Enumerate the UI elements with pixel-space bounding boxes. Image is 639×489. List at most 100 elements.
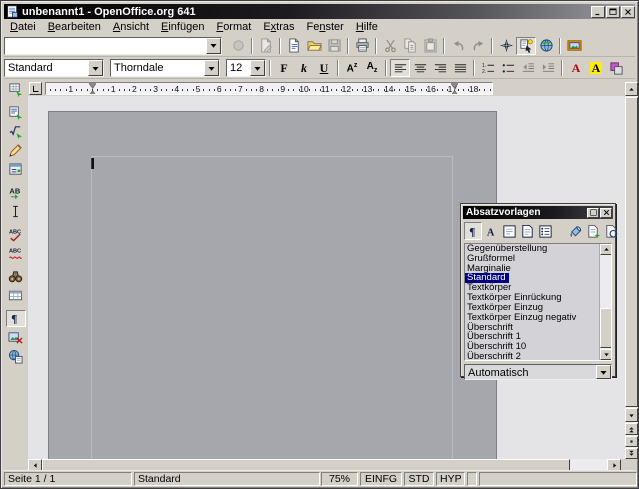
- margin-marker[interactable]: [89, 83, 96, 95]
- next-page-button[interactable]: [625, 448, 638, 459]
- stylist-title-bar[interactable]: Absatzvorlagen: [463, 206, 613, 219]
- nonprinting-characters-button[interactable]: ¶: [6, 310, 26, 327]
- underline-button[interactable]: U: [314, 59, 334, 77]
- menu-fenster[interactable]: Fenster: [301, 20, 350, 34]
- url-combobox[interactable]: [4, 37, 222, 55]
- font-name-combobox[interactable]: Thorndale: [110, 59, 220, 77]
- character-styles-button[interactable]: A: [482, 222, 500, 240]
- title-bar[interactable]: unbenannt1 - OpenOffice.org 641: [4, 4, 635, 19]
- stylist-close-button[interactable]: [600, 208, 612, 218]
- margin-marker[interactable]: [451, 83, 458, 95]
- scrollbar-thumb[interactable]: [600, 308, 612, 348]
- status-style-field[interactable]: Standard: [134, 472, 320, 486]
- insert-objects-button[interactable]: [6, 123, 26, 140]
- direct-cursor-button[interactable]: [6, 203, 26, 220]
- menu-bearbeiten[interactable]: Bearbeiten: [42, 20, 107, 34]
- chevron-down-icon[interactable]: [596, 365, 611, 379]
- online-layout-button[interactable]: [6, 348, 26, 365]
- vertical-scrollbar-thumb[interactable]: [625, 97, 638, 407]
- style-list-item[interactable]: Überschrift 2: [465, 352, 611, 361]
- scroll-up-icon[interactable]: [600, 244, 612, 255]
- insert-fields-button[interactable]: [6, 104, 26, 121]
- ruler-tick: [331, 89, 332, 91]
- minimize-button[interactable]: [591, 6, 605, 18]
- superscript-button[interactable]: Az: [342, 59, 362, 77]
- numbered-list-icon: 1.2.: [481, 61, 496, 76]
- align-left-button[interactable]: [390, 59, 410, 77]
- scroll-down-button[interactable]: [625, 408, 638, 422]
- close-button[interactable]: [621, 6, 635, 18]
- main-toolbar: AB ABC ABC ¶: [3, 80, 28, 470]
- graphics-onoff-button[interactable]: [6, 329, 26, 346]
- chevron-down-icon[interactable]: [88, 60, 103, 76]
- style-filter-combobox[interactable]: Automatisch: [464, 364, 612, 380]
- status-page-field[interactable]: Seite 1 / 1: [4, 472, 132, 486]
- menu-format[interactable]: Format: [210, 20, 257, 34]
- align-justify-button[interactable]: [450, 59, 470, 77]
- status-selection-mode-field[interactable]: STD: [404, 472, 434, 486]
- page-styles-button[interactable]: [518, 222, 536, 240]
- new-document-button[interactable]: [284, 37, 304, 55]
- fill-format-button[interactable]: [566, 222, 584, 240]
- font-size-combobox[interactable]: 12: [226, 59, 266, 77]
- hyperlink-button[interactable]: [536, 37, 556, 55]
- stylist-dock-button[interactable]: [587, 208, 599, 218]
- menu-ansicht[interactable]: Ansicht: [107, 20, 155, 34]
- update-style-button[interactable]: [602, 222, 620, 240]
- bold-icon: F: [280, 62, 287, 74]
- stylist-button[interactable]: [516, 37, 536, 55]
- navigation-button[interactable]: [625, 436, 638, 447]
- frame-styles-button[interactable]: [500, 222, 518, 240]
- bold-button[interactable]: F: [274, 59, 294, 77]
- align-right-button[interactable]: [430, 59, 450, 77]
- previous-page-button[interactable]: [625, 423, 638, 435]
- background-color-button[interactable]: [606, 59, 626, 77]
- ruler-tick: [267, 89, 268, 91]
- subscript-button[interactable]: Az: [362, 59, 382, 77]
- horizontal-ruler[interactable]: 1123456789101112131415161718: [45, 82, 493, 95]
- menu-hilfe[interactable]: Hilfe: [350, 20, 384, 34]
- style-list[interactable]: GegenüberstellungGrußformelMarginalieSta…: [464, 243, 612, 361]
- align-center-button[interactable]: [410, 59, 430, 77]
- open-button[interactable]: [304, 37, 324, 55]
- ruler-number: 12: [342, 84, 351, 94]
- style-list-scrollbar[interactable]: [599, 244, 611, 360]
- autospellcheck-button[interactable]: ABC: [6, 245, 26, 262]
- autotext-button[interactable]: AB: [6, 184, 26, 201]
- status-insert-mode-field[interactable]: EINFG: [360, 472, 402, 486]
- new-style-button[interactable]: [584, 222, 602, 240]
- navigator-button[interactable]: [496, 37, 516, 55]
- paragraph-styles-button[interactable]: ¶: [464, 222, 482, 240]
- tab-stop-selector[interactable]: [29, 82, 42, 95]
- numbering-styles-button[interactable]: [536, 222, 554, 240]
- highlighting-button[interactable]: A: [586, 59, 606, 77]
- status-zoom-field[interactable]: 75%: [321, 472, 358, 486]
- underline-icon: U: [320, 62, 329, 74]
- chevron-down-icon[interactable]: [204, 60, 219, 76]
- page[interactable]: [48, 111, 497, 459]
- numbering-button[interactable]: 1.2.: [478, 59, 498, 77]
- chevron-down-icon[interactable]: [206, 38, 221, 54]
- status-hyperlink-mode-field[interactable]: HYP: [436, 472, 465, 486]
- find-replace-button[interactable]: [6, 268, 26, 285]
- scroll-down-icon[interactable]: [600, 349, 612, 360]
- draw-functions-button[interactable]: [6, 142, 26, 159]
- data-sources-button[interactable]: [6, 287, 26, 304]
- ruler-tick: [394, 89, 395, 91]
- vertical-scrollbar[interactable]: [625, 82, 638, 459]
- scroll-up-button[interactable]: [625, 82, 638, 96]
- italic-button[interactable]: k: [294, 59, 314, 77]
- form-functions-button[interactable]: [6, 161, 26, 178]
- insert-button[interactable]: [6, 81, 26, 98]
- spellcheck-button[interactable]: ABC: [6, 226, 26, 243]
- font-color-button[interactable]: A: [566, 59, 586, 77]
- menu-extras[interactable]: Extras: [257, 20, 300, 34]
- menu-datei[interactable]: Datei: [4, 20, 42, 34]
- bullets-button[interactable]: [498, 59, 518, 77]
- chevron-down-icon[interactable]: [250, 60, 265, 76]
- gallery-button[interactable]: [564, 37, 584, 55]
- paragraph-style-combobox[interactable]: Standard: [4, 59, 104, 77]
- print-button[interactable]: [352, 37, 372, 55]
- menu-einfgen[interactable]: Einfügen: [155, 20, 210, 34]
- maximize-button[interactable]: [606, 6, 620, 18]
